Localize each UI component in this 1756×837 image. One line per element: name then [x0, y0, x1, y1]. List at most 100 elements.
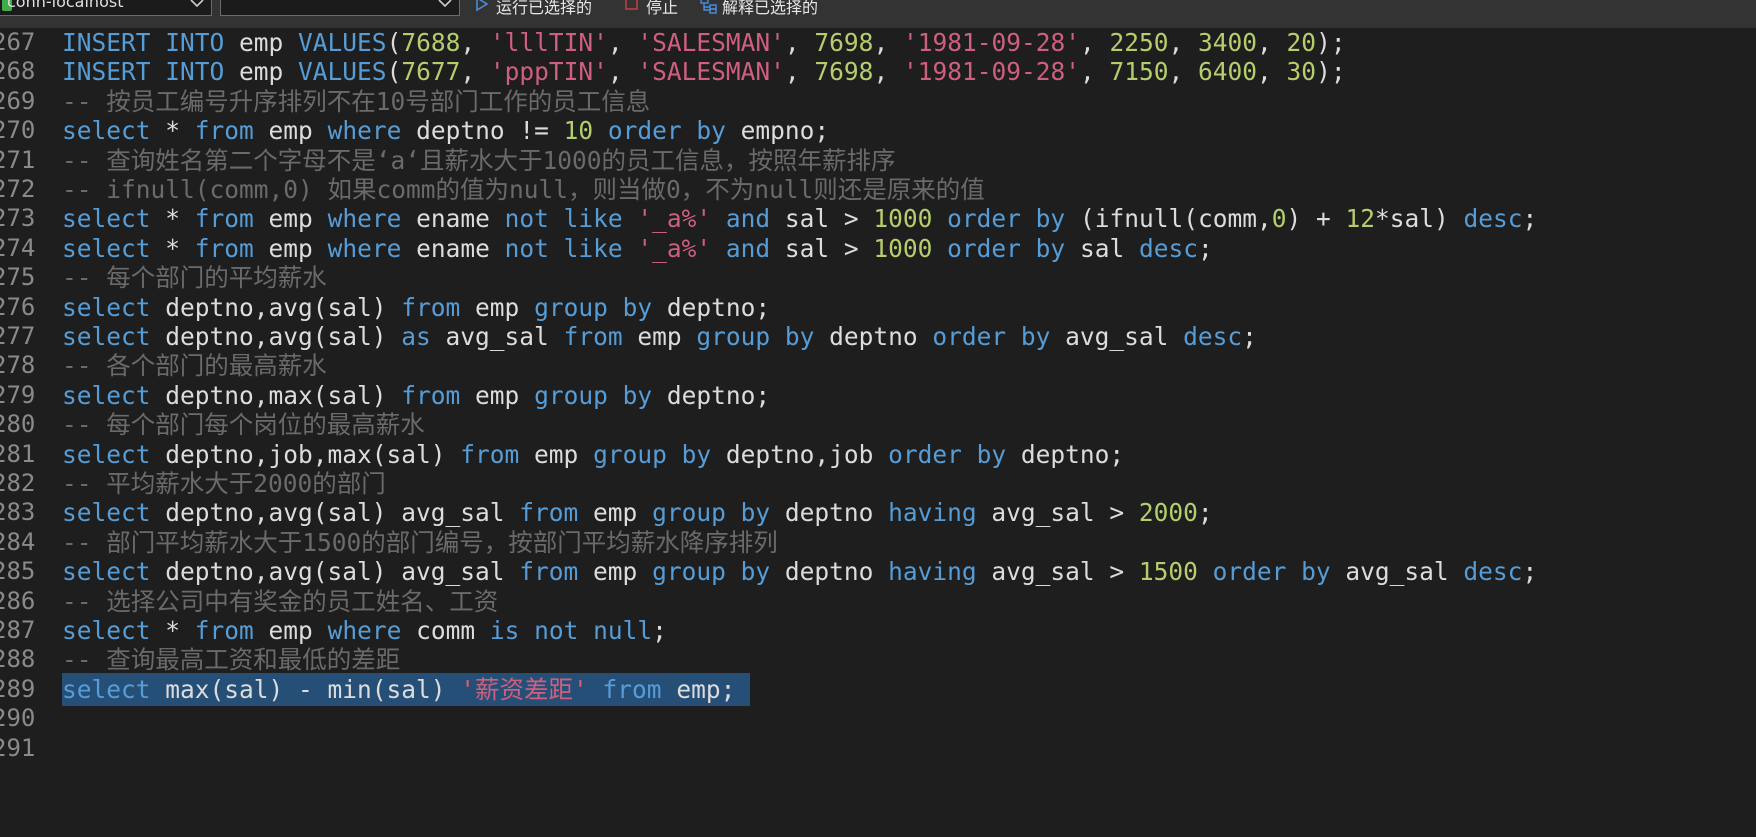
code-token: select [62, 233, 166, 263]
code-token: * [165, 204, 195, 234]
code-token: where [327, 116, 417, 146]
code-line[interactable]: 280 -- 每个部门每个岗位的最高薪水 [0, 408, 1756, 441]
code-line[interactable]: 276 select deptno,avg(sal) from emp group… [0, 291, 1756, 324]
code-token: , [873, 28, 903, 57]
code-token: 1000 [873, 233, 948, 263]
code-token: '薪资差距' [460, 674, 603, 704]
code-token: 6400 [1198, 57, 1258, 87]
code-token: avg_sal > [991, 498, 1139, 528]
code-token: emp [593, 557, 653, 587]
code-token: from [194, 616, 269, 645]
code-line[interactable]: 289 select max(sal) - min(sal) '薪资差距' fro… [0, 672, 1756, 706]
code-token: deptno,avg(sal) avg_sal [165, 557, 520, 587]
code-token: where [327, 233, 417, 263]
code-token: ; [1522, 557, 1538, 587]
code-line[interactable]: 288 -- 查询最高工资和最低的差距 [0, 643, 1756, 676]
line-number: 273 [0, 204, 36, 233]
line-number: 279 [0, 380, 36, 409]
line-number: 288 [0, 645, 36, 674]
line-number: 284 [0, 527, 36, 556]
database-select[interactable] [220, 0, 460, 16]
code-token: select [62, 322, 166, 351]
code-token: not like [504, 233, 638, 263]
line-number: 267 [0, 28, 36, 56]
code-line[interactable]: 291 [0, 732, 1756, 765]
code-token: ; [1197, 498, 1213, 528]
code-line[interactable]: 277 select deptno,avg(sal) as avg_sal fro… [0, 320, 1756, 353]
code-token: deptno [784, 498, 889, 528]
line-number: 280 [0, 410, 36, 439]
run-selected-button[interactable]: 运行已选择的 [474, 0, 624, 17]
code-token: 'pppTIN' [489, 57, 608, 87]
code-line[interactable]: 270 select * from emp where deptno != 10 … [0, 114, 1756, 147]
code-token: emp [268, 233, 328, 263]
code-token: deptno,avg(sal) [165, 322, 402, 351]
code-line[interactable]: 278 -- 各个部门的最高薪水 [0, 349, 1756, 382]
line-number: 270 [0, 116, 36, 145]
code-token: ; [1197, 233, 1213, 263]
code-token: '1981-09-28' [902, 57, 1080, 87]
code-token: , [1257, 57, 1287, 87]
code-token: group by [593, 439, 726, 469]
code-token: ); [1316, 57, 1346, 87]
code-token: deptno [829, 322, 933, 351]
code-token: as [401, 322, 446, 351]
code-token: from [401, 380, 476, 410]
code-line[interactable]: 269 -- 按员工编号升序排列不在10号部门工作的员工信息 [0, 85, 1756, 118]
code-token: deptno; [666, 292, 771, 322]
code-line[interactable]: 284 -- 部门平均薪水大于1500的部门编号，按部门平均薪水降序排列 [0, 526, 1756, 559]
code-line[interactable]: 290 [0, 702, 1756, 735]
code-token: avg_sal [445, 322, 564, 351]
code-line[interactable]: 287 select * from emp where comm is not n… [0, 614, 1756, 647]
code-token: sal > [784, 204, 874, 234]
code-line[interactable]: 281 select deptno,job,max(sal) from emp g… [0, 438, 1756, 471]
code-token: select [62, 616, 166, 645]
code-line[interactable]: 274 select * from emp where ename not lik… [0, 232, 1756, 265]
code-line[interactable]: 279 select deptno,max(sal) from emp group… [0, 379, 1756, 412]
code-line[interactable]: 273 select * from emp where ename not lik… [0, 202, 1756, 235]
code-token: -- 部门平均薪水大于1500的部门编号，按部门平均薪水降序排列 [62, 527, 778, 557]
code-line[interactable]: 267 INSERT INTO emp VALUES(7688, 'lllTIN'… [0, 26, 1756, 59]
code-token: -- 查询最高工资和最低的差距 [62, 645, 401, 675]
code-line[interactable]: 271 -- 查询姓名第二个字母不是‘a‘且薪水大于1000的员工信息，按照年薪排… [0, 144, 1756, 177]
line-number: 281 [0, 439, 36, 468]
code-line[interactable]: 282 -- 平均薪水大于2000的部门 [0, 467, 1756, 500]
code-text: select deptno,max(sal) from emp group by… [62, 379, 770, 412]
code-text: select deptno,avg(sal) as avg_sal from e… [62, 320, 1257, 353]
code-line[interactable]: 275 -- 每个部门的平均薪水 [0, 261, 1756, 294]
code-line[interactable]: 272 -- ifnull(comm,0) 如果comm的值为null，则当做0，… [0, 173, 1756, 206]
code-line[interactable]: 283 select deptno,avg(sal) avg_sal from e… [0, 496, 1756, 529]
connection-select[interactable]: conn-localhost [0, 0, 212, 16]
code-text: select deptno,avg(sal) from emp group by… [62, 291, 770, 324]
line-number: 275 [0, 263, 36, 292]
code-token: from [519, 498, 594, 528]
stop-button[interactable]: 停止 [624, 0, 694, 17]
code-token: 7688 [401, 28, 461, 57]
code-token: 10 [563, 116, 608, 146]
code-token: 7698 [814, 28, 874, 57]
code-token: ); [1316, 28, 1346, 57]
code-token: * [165, 116, 195, 146]
code-token: '_a%' [637, 233, 726, 263]
sql-editor[interactable]: 267 INSERT INTO emp VALUES(7688, 'lllTIN'… [0, 28, 1756, 837]
toolbar: conn-localhost 运行已选择的 停止 解释已选择的 [0, 0, 1756, 29]
code-token: deptno != [416, 116, 564, 146]
code-line[interactable]: 285 select deptno,avg(sal) avg_sal from e… [0, 555, 1756, 588]
code-line[interactable]: 268 INSERT INTO emp VALUES(7677, 'pppTIN'… [0, 55, 1756, 88]
code-token: order by [888, 439, 1021, 469]
line-number: 286 [0, 586, 36, 615]
code-token: , [1079, 57, 1110, 87]
code-token: avg_sal > [991, 557, 1139, 587]
play-icon [476, 0, 489, 12]
code-token: order by [607, 116, 741, 146]
line-number: 277 [0, 322, 36, 350]
line-number: 276 [0, 292, 36, 321]
code-token: emp [239, 57, 299, 87]
code-line[interactable]: 286 -- 选择公司中有奖金的员工姓名、工资 [0, 585, 1756, 618]
line-number: 274 [0, 233, 36, 262]
code-token: '1981-09-28' [902, 28, 1080, 57]
code-token: group by [652, 498, 785, 528]
code-token: group by [534, 380, 667, 410]
code-token: order by [1212, 557, 1346, 587]
explain-selected-button[interactable]: 解释已选择的 [700, 0, 860, 17]
